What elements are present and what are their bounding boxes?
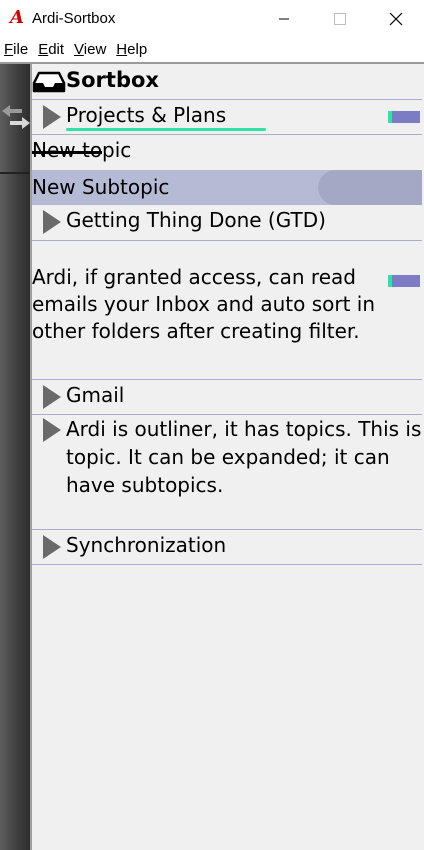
topic-label: Gmail bbox=[66, 383, 125, 407]
topic-status-indicator bbox=[388, 275, 420, 287]
indicator-purple-segment bbox=[392, 275, 420, 287]
note-text: Ardi is outliner, it has topics. This is… bbox=[66, 417, 422, 497]
selection-pill bbox=[318, 170, 422, 205]
topic-gtd[interactable]: Getting Thing Done (GTD) bbox=[32, 206, 424, 240]
minimize-icon bbox=[279, 18, 289, 20]
topic-new-subtopic-selected[interactable]: New Subtopic bbox=[32, 170, 422, 205]
app-logo: A bbox=[10, 7, 24, 28]
sortbox-header[interactable]: Sortbox bbox=[32, 64, 424, 99]
topic-status-indicator bbox=[388, 111, 420, 123]
topic-inbox-note[interactable]: Ardi, if granted access, can read emails… bbox=[32, 264, 424, 374]
sidebar-marker bbox=[0, 172, 30, 174]
maximize-button[interactable] bbox=[312, 0, 368, 38]
topic-label: New Subtopic bbox=[32, 175, 170, 199]
sortbox-title: Sortbox bbox=[66, 68, 159, 92]
inbox-tray-icon bbox=[32, 71, 66, 93]
minimize-button[interactable] bbox=[256, 0, 312, 38]
row-divider bbox=[32, 240, 422, 241]
left-sidebar[interactable] bbox=[0, 64, 30, 850]
menu-help[interactable]: Help bbox=[116, 41, 147, 59]
close-button[interactable] bbox=[368, 0, 424, 38]
menu-file[interactable]: File bbox=[4, 41, 28, 59]
strikethrough-line bbox=[32, 151, 102, 154]
topic-label: Getting Thing Done (GTD) bbox=[66, 208, 326, 232]
menu-bar: File Edit View Help bbox=[0, 38, 424, 62]
close-icon bbox=[389, 12, 403, 26]
note-text: Ardi, if granted access, can read emails… bbox=[32, 265, 376, 343]
expand-triangle-icon[interactable] bbox=[42, 384, 62, 410]
expand-triangle-icon[interactable] bbox=[42, 534, 62, 560]
swap-arrows-icon[interactable] bbox=[0, 102, 32, 134]
topic-label: Synchronization bbox=[66, 533, 227, 557]
topic-new-topic[interactable]: New topic bbox=[32, 135, 424, 169]
outline-pane[interactable]: Sortbox Projects & Plans New topic New S… bbox=[32, 64, 424, 850]
menu-edit[interactable]: Edit bbox=[38, 41, 64, 59]
progress-underline bbox=[66, 128, 266, 131]
topic-label: Projects & Plans bbox=[66, 103, 227, 127]
expand-triangle-icon[interactable] bbox=[42, 209, 62, 235]
topic-gmail[interactable]: Gmail bbox=[32, 380, 424, 414]
topic-projects-plans[interactable]: Projects & Plans bbox=[32, 100, 424, 134]
topic-outliner-note[interactable]: Ardi is outliner, it has topics. This is… bbox=[32, 415, 424, 531]
topic-synchronization[interactable]: Synchronization bbox=[32, 530, 424, 564]
indicator-purple-segment bbox=[392, 111, 420, 123]
expand-triangle-icon[interactable] bbox=[42, 417, 62, 443]
maximize-icon bbox=[334, 13, 346, 25]
menu-view[interactable]: View bbox=[74, 41, 106, 59]
expand-triangle-icon[interactable] bbox=[42, 104, 62, 130]
row-divider bbox=[32, 564, 422, 565]
window-title: Ardi-Sortbox bbox=[32, 10, 116, 27]
title-bar[interactable]: A Ardi-Sortbox bbox=[0, 0, 424, 38]
